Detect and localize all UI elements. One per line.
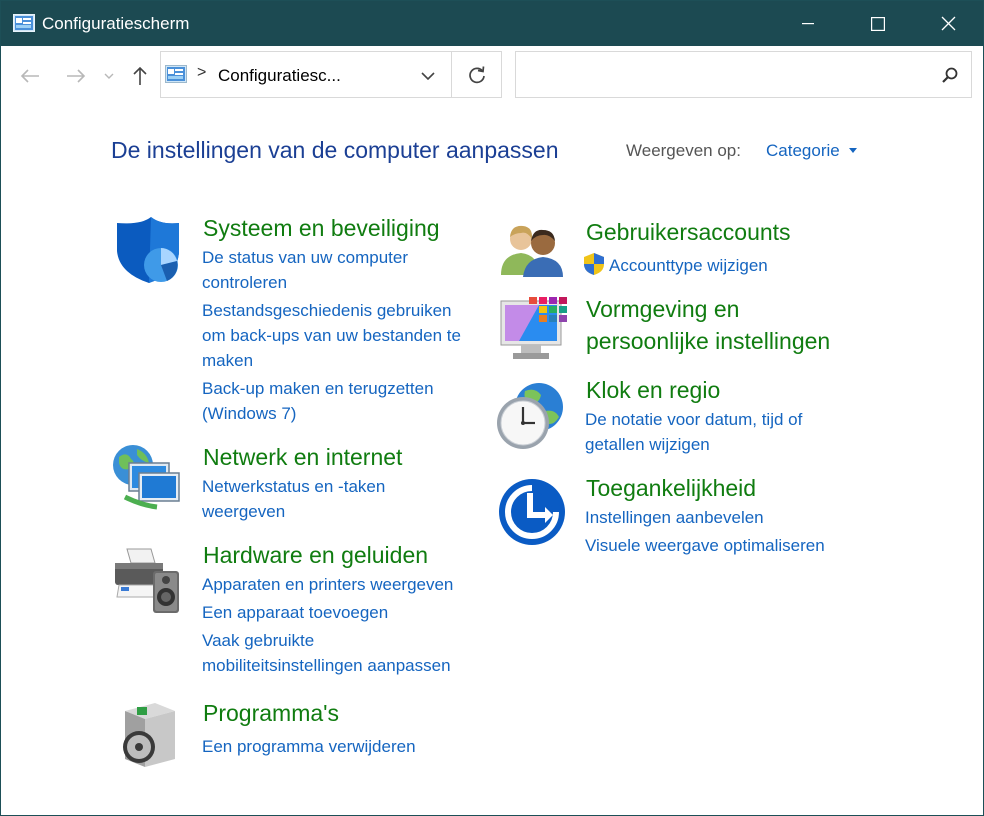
chevron-down-icon bbox=[421, 72, 435, 80]
minimize-button[interactable] bbox=[773, 1, 843, 46]
programs-box-icon[interactable] bbox=[113, 701, 183, 771]
search-icon bbox=[942, 67, 958, 83]
appearance-display-icon[interactable] bbox=[499, 295, 569, 365]
security-shield-icon[interactable] bbox=[111, 215, 181, 285]
link-file-history-cont2[interactable]: maken bbox=[202, 348, 253, 373]
link-file-history[interactable]: Bestandsgeschiedenis gebruiken bbox=[202, 298, 452, 323]
address-divider bbox=[451, 52, 452, 97]
link-optimize-visual-display[interactable]: Visuele weergave optimaliseren bbox=[585, 533, 825, 558]
link-network-status-cont[interactable]: weergeven bbox=[202, 499, 285, 524]
forward-button[interactable] bbox=[61, 63, 91, 89]
link-date-time-format-cont[interactable]: getallen wijzigen bbox=[585, 432, 710, 457]
network-icon[interactable] bbox=[111, 443, 181, 513]
link-file-history-cont[interactable]: om back-ups van uw bestanden te bbox=[202, 323, 461, 348]
ease-of-access-icon[interactable] bbox=[497, 477, 567, 547]
category-title-system-security[interactable]: Systeem en beveiliging bbox=[203, 213, 440, 243]
link-devices-printers[interactable]: Apparaten en printers weergeven bbox=[202, 572, 453, 597]
category-title-appearance-line2[interactable]: persoonlijke instellingen bbox=[586, 326, 830, 356]
view-by-label: Weergeven op: bbox=[626, 141, 741, 160]
page-title: De instellingen van de computer aanpasse… bbox=[111, 137, 559, 163]
uac-shield-icon bbox=[584, 253, 604, 275]
breadcrumb-separator[interactable]: > bbox=[197, 64, 206, 82]
link-add-device[interactable]: Een apparaat toevoegen bbox=[202, 600, 388, 625]
link-backup-restore-cont[interactable]: (Windows 7) bbox=[202, 401, 296, 426]
category-title-appearance[interactable]: Vormgeving en bbox=[586, 294, 739, 324]
close-icon bbox=[941, 16, 955, 31]
link-mobility-settings-cont[interactable]: mobiliteitsinstellingen aanpassen bbox=[202, 653, 451, 678]
back-button[interactable] bbox=[15, 63, 45, 89]
navigation-bar: > Configuratiesc... bbox=[1, 46, 983, 106]
arrow-left-icon bbox=[20, 69, 39, 83]
up-button[interactable] bbox=[125, 63, 155, 89]
category-title-network[interactable]: Netwerk en internet bbox=[203, 442, 402, 472]
link-mobility-settings[interactable]: Vaak gebruikte bbox=[202, 628, 314, 653]
title-bar[interactable]: Configuratiescherm bbox=[1, 1, 983, 46]
link-change-account-type[interactable]: Accounttype wijzigen bbox=[609, 253, 768, 278]
refresh-button[interactable] bbox=[463, 63, 491, 87]
clock-globe-icon[interactable] bbox=[495, 381, 565, 451]
link-network-status[interactable]: Netwerkstatus en -taken bbox=[202, 474, 385, 499]
breadcrumb-item[interactable]: Configuratiesc... bbox=[218, 66, 341, 86]
link-computer-status-cont[interactable]: controleren bbox=[202, 270, 287, 295]
control-panel-icon bbox=[13, 14, 35, 32]
link-date-time-format[interactable]: De notatie voor datum, tijd of bbox=[585, 407, 802, 432]
link-computer-status[interactable]: De status van uw computer bbox=[202, 245, 408, 270]
user-accounts-icon[interactable] bbox=[499, 219, 569, 289]
category-title-user-accounts[interactable]: Gebruikersaccounts bbox=[586, 217, 791, 247]
link-backup-restore[interactable]: Back-up maken en terugzetten bbox=[202, 376, 434, 401]
category-title-programs[interactable]: Programma's bbox=[203, 698, 339, 728]
control-panel-window: Configuratiescherm > Configuratiesc... D… bbox=[0, 0, 984, 816]
view-by-dropdown[interactable]: Categorie bbox=[766, 141, 840, 161]
control-panel-icon bbox=[165, 65, 187, 83]
search-input[interactable] bbox=[515, 51, 972, 98]
category-title-accessibility[interactable]: Toegankelijkheid bbox=[586, 473, 756, 503]
maximize-icon bbox=[871, 16, 885, 31]
caret-down-icon[interactable] bbox=[849, 148, 857, 154]
printer-speaker-icon[interactable] bbox=[111, 547, 181, 617]
link-recommend-settings[interactable]: Instellingen aanbevelen bbox=[585, 505, 764, 530]
address-dropdown-button[interactable] bbox=[417, 66, 439, 86]
chevron-down-icon bbox=[104, 73, 114, 79]
recent-locations-button[interactable] bbox=[99, 63, 119, 89]
refresh-icon bbox=[469, 66, 485, 84]
arrow-right-icon bbox=[67, 69, 86, 83]
minimize-icon bbox=[802, 22, 814, 24]
category-title-hardware[interactable]: Hardware en geluiden bbox=[203, 540, 428, 570]
maximize-button[interactable] bbox=[843, 1, 913, 46]
category-title-clock-region[interactable]: Klok en regio bbox=[586, 375, 720, 405]
link-uninstall-program[interactable]: Een programma verwijderen bbox=[202, 734, 416, 759]
arrow-up-icon bbox=[133, 66, 147, 85]
window-title: Configuratiescherm bbox=[42, 14, 190, 33]
address-bar[interactable]: > Configuratiesc... bbox=[160, 51, 502, 98]
close-button[interactable] bbox=[913, 1, 983, 46]
